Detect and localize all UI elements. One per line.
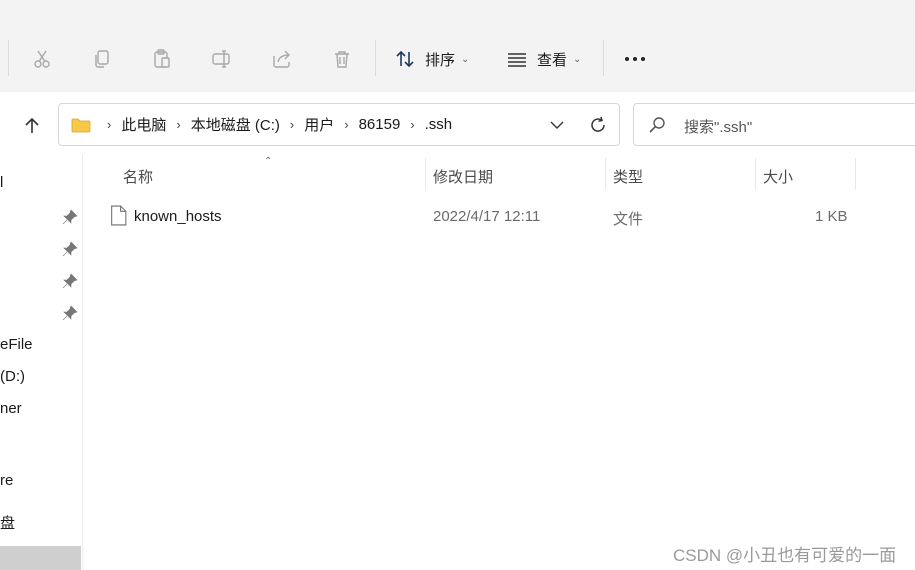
- rename-icon[interactable]: [207, 44, 237, 74]
- sidebar-item-fragment[interactable]: ner: [0, 400, 22, 417]
- toolbar-divider: [8, 40, 9, 76]
- file-name[interactable]: known_hosts: [134, 208, 222, 225]
- search-placeholder: 搜索".ssh": [684, 119, 753, 136]
- address-bar[interactable]: › 此电脑 › 本地磁盘 (C:) › 用户 › 86159 › .ssh: [58, 103, 620, 146]
- paste-icon[interactable]: [147, 44, 177, 74]
- address-history-chevron-icon[interactable]: [547, 115, 567, 135]
- chevron-right-icon: ›: [344, 117, 349, 132]
- column-divider[interactable]: [855, 158, 856, 190]
- chevron-right-icon: ›: [289, 117, 295, 132]
- view-button[interactable]: 查看 ⌄: [505, 44, 581, 74]
- search-box[interactable]: 搜索".ssh": [633, 103, 915, 146]
- sidebar-item-fragment[interactable]: re: [0, 472, 13, 489]
- more-icon[interactable]: [620, 44, 650, 74]
- view-label: 查看: [537, 51, 568, 69]
- copy-icon[interactable]: [87, 44, 117, 74]
- pin-icon: [62, 273, 78, 289]
- chevron-right-icon: ›: [410, 117, 415, 132]
- chevron-right-icon: ›: [176, 117, 181, 132]
- column-header-name[interactable]: 名称: [123, 166, 153, 187]
- toolbar-divider: [375, 40, 376, 76]
- sort-button[interactable]: 排序 ⌄: [393, 44, 469, 74]
- delete-icon[interactable]: [327, 44, 357, 74]
- watermark: CSDN @小丑也有可爱的一面: [673, 546, 897, 565]
- share-icon[interactable]: [267, 44, 297, 74]
- chevron-right-icon: ›: [107, 117, 112, 132]
- column-header-size[interactable]: 大小: [763, 166, 793, 187]
- chevron-down-icon: ⌄: [461, 53, 470, 65]
- file-type: 文件: [613, 211, 644, 228]
- breadcrumb-local-disk[interactable]: 本地磁盘 (C:): [191, 114, 280, 135]
- sort-icon: [393, 47, 417, 71]
- breadcrumb: › 此电脑 › 本地磁盘 (C:) › 用户 › 86159 › .ssh: [97, 104, 452, 145]
- column-header-type[interactable]: 类型: [613, 166, 643, 187]
- sidebar-item-fragment[interactable]: eFile: [0, 336, 33, 353]
- sidebar-item-fragment[interactable]: 盘: [0, 512, 15, 533]
- up-arrow-icon[interactable]: [18, 112, 46, 140]
- pin-icon: [62, 241, 78, 257]
- breadcrumb-users[interactable]: 用户: [304, 114, 334, 135]
- chevron-down-icon: ⌄: [573, 53, 582, 65]
- column-divider[interactable]: [425, 158, 426, 190]
- folder-icon: [71, 117, 91, 138]
- breadcrumb-this-pc[interactable]: 此电脑: [121, 114, 166, 135]
- breadcrumb-user-folder[interactable]: 86159: [359, 116, 401, 133]
- search-icon: [648, 116, 666, 139]
- toolbar-divider: [603, 40, 604, 76]
- refresh-icon[interactable]: [587, 114, 609, 136]
- pin-icon: [62, 209, 78, 225]
- column-header-date[interactable]: 修改日期: [433, 166, 493, 187]
- sort-label: 排序: [425, 51, 456, 69]
- column-divider[interactable]: [755, 158, 756, 190]
- column-divider[interactable]: [605, 158, 606, 190]
- file-date: 2022/4/17 12:11: [433, 208, 541, 225]
- sort-ascending-icon: ⌃: [264, 156, 273, 167]
- cut-icon[interactable]: [27, 44, 57, 74]
- sidebar-item-fragment[interactable]: l: [0, 174, 3, 191]
- file-icon: [110, 205, 127, 231]
- pin-icon: [62, 305, 78, 321]
- breadcrumb-ssh[interactable]: .ssh: [425, 116, 453, 133]
- sidebar-item-fragment[interactable]: (D:): [0, 368, 25, 385]
- file-size: 1 KB: [815, 208, 848, 225]
- view-icon: [505, 47, 529, 71]
- sidebar-item-selected[interactable]: [0, 546, 81, 570]
